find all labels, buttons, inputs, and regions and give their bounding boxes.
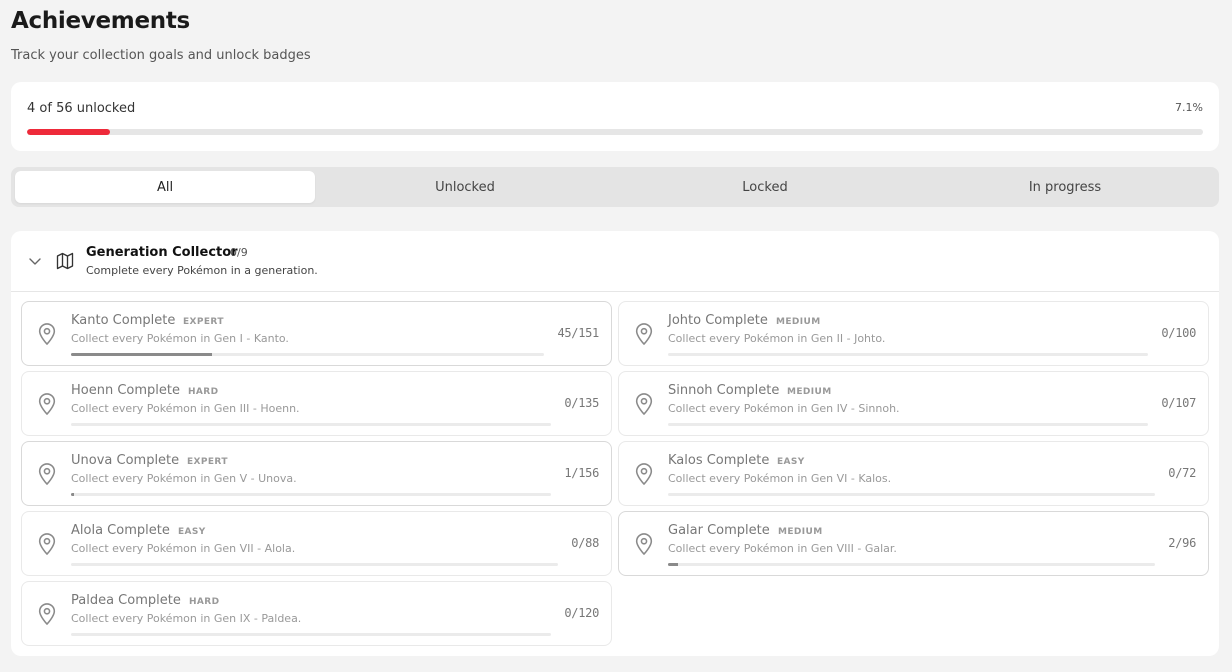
achievement-name: Alola Complete — [71, 523, 170, 538]
tab-in-progress[interactable]: In progress — [915, 171, 1215, 203]
map-pin-icon — [38, 603, 56, 625]
overall-progress-bar — [27, 129, 1203, 135]
achievement-description: Collect every Pokémon in Gen VI - Kalos. — [668, 472, 892, 485]
difficulty-badge: MEDIUM — [778, 527, 823, 537]
difficulty-badge: EASY — [777, 457, 805, 467]
overall-progress-fill — [27, 129, 111, 135]
achievement-card[interactable]: Hoenn Complete HARD Collect every Pokémo… — [21, 371, 612, 436]
achievement-group-card: Generation Collector 0/9 Complete every … — [11, 231, 1219, 656]
achievement-progress-bar — [71, 563, 558, 566]
achievement-card[interactable]: Unova Complete EXPERT Collect every Poké… — [21, 441, 612, 506]
map-icon — [56, 252, 74, 270]
achievement-description: Collect every Pokémon in Gen IX - Paldea… — [71, 612, 302, 625]
achievement-description: Collect every Pokémon in Gen V - Unova. — [71, 472, 297, 485]
achievement-description: Collect every Pokémon in Gen I - Kanto. — [71, 332, 289, 345]
tab-locked[interactable]: Locked — [615, 171, 915, 203]
achievement-progress-bar — [668, 423, 1148, 426]
achievement-progress-fill — [71, 493, 75, 496]
group-description: Complete every Pokémon in a generation. — [86, 264, 318, 277]
map-pin-icon — [38, 463, 56, 485]
achievement-description: Collect every Pokémon in Gen VII - Alola… — [71, 542, 296, 555]
achievement-count: 2/96 — [1168, 536, 1196, 550]
summary-card: 4 of 56 unlocked 7.1% — [11, 82, 1219, 151]
difficulty-badge: EXPERT — [187, 457, 228, 467]
achievement-name: Hoenn Complete — [71, 383, 180, 398]
achievement-progress-fill — [668, 563, 679, 566]
achievement-name: Paldea Complete — [71, 593, 181, 608]
achievement-description: Collect every Pokémon in Gen IV - Sinnoh… — [668, 402, 900, 415]
difficulty-badge: HARD — [189, 597, 220, 607]
group-count: 0/9 — [230, 246, 248, 259]
achievement-progress-bar — [668, 353, 1148, 356]
map-pin-icon — [635, 323, 653, 345]
achievement-description: Collect every Pokémon in Gen II - Johto. — [668, 332, 886, 345]
achievement-count: 0/88 — [571, 536, 599, 550]
achievement-count: 0/72 — [1168, 466, 1196, 480]
achievement-card[interactable]: Kalos Complete EASY Collect every Pokémo… — [618, 441, 1209, 506]
achievement-grid: Kanto Complete EXPERT Collect every Poké… — [21, 301, 1209, 646]
difficulty-badge: EXPERT — [183, 317, 224, 327]
map-pin-icon — [635, 463, 653, 485]
difficulty-badge: MEDIUM — [787, 387, 832, 397]
achievement-progress-bar — [71, 493, 551, 496]
difficulty-badge: EASY — [178, 527, 206, 537]
map-pin-icon — [635, 533, 653, 555]
chevron-down-icon[interactable] — [27, 253, 43, 269]
achievement-description: Collect every Pokémon in Gen III - Hoenn… — [71, 402, 300, 415]
group-title: Generation Collector — [86, 245, 238, 260]
achievement-card[interactable]: Paldea Complete HARD Collect every Pokém… — [21, 581, 612, 646]
group-header[interactable]: Generation Collector 0/9 Complete every … — [11, 231, 1219, 292]
achievement-name: Johto Complete — [668, 313, 768, 328]
tab-all[interactable]: All — [15, 171, 315, 203]
achievement-name: Sinnoh Complete — [668, 383, 780, 398]
achievement-name: Kanto Complete — [71, 313, 176, 328]
map-pin-icon — [38, 533, 56, 555]
unlocked-summary-label: 4 of 56 unlocked — [27, 101, 136, 116]
achievement-card[interactable]: Sinnoh Complete MEDIUM Collect every Pok… — [618, 371, 1209, 436]
page-title: Achievements — [11, 8, 190, 34]
achievement-progress-bar — [71, 353, 544, 356]
difficulty-badge: MEDIUM — [776, 317, 821, 327]
achievement-count: 0/135 — [564, 396, 599, 410]
achievement-progress-bar — [71, 633, 551, 636]
achievement-card[interactable]: Galar Complete MEDIUM Collect every Poké… — [618, 511, 1209, 576]
achievement-card[interactable]: Johto Complete MEDIUM Collect every Poké… — [618, 301, 1209, 366]
achievement-progress-fill — [71, 353, 212, 356]
difficulty-badge: HARD — [188, 387, 219, 397]
achievement-count: 0/107 — [1161, 396, 1196, 410]
achievement-progress-bar — [668, 563, 1155, 566]
achievement-count: 45/151 — [557, 326, 599, 340]
unlocked-percent: 7.1% — [1175, 101, 1203, 114]
map-pin-icon — [635, 393, 653, 415]
page-subtitle: Track your collection goals and unlock b… — [11, 48, 311, 63]
map-pin-icon — [38, 393, 56, 415]
achievement-name: Unova Complete — [71, 453, 180, 468]
achievement-progress-bar — [71, 423, 551, 426]
achievement-card[interactable]: Kanto Complete EXPERT Collect every Poké… — [21, 301, 612, 366]
achievement-card[interactable]: Alola Complete EASY Collect every Pokémo… — [21, 511, 612, 576]
achievement-description: Collect every Pokémon in Gen VIII - Gala… — [668, 542, 897, 555]
filter-tabs: All Unlocked Locked In progress — [11, 167, 1219, 207]
achievement-progress-bar — [668, 493, 1155, 496]
achievement-count: 0/120 — [564, 606, 599, 620]
map-pin-icon — [38, 323, 56, 345]
tab-unlocked[interactable]: Unlocked — [315, 171, 615, 203]
achievement-name: Galar Complete — [668, 523, 770, 538]
achievement-count: 0/100 — [1161, 326, 1196, 340]
achievement-name: Kalos Complete — [668, 453, 770, 468]
achievement-count: 1/156 — [564, 466, 599, 480]
